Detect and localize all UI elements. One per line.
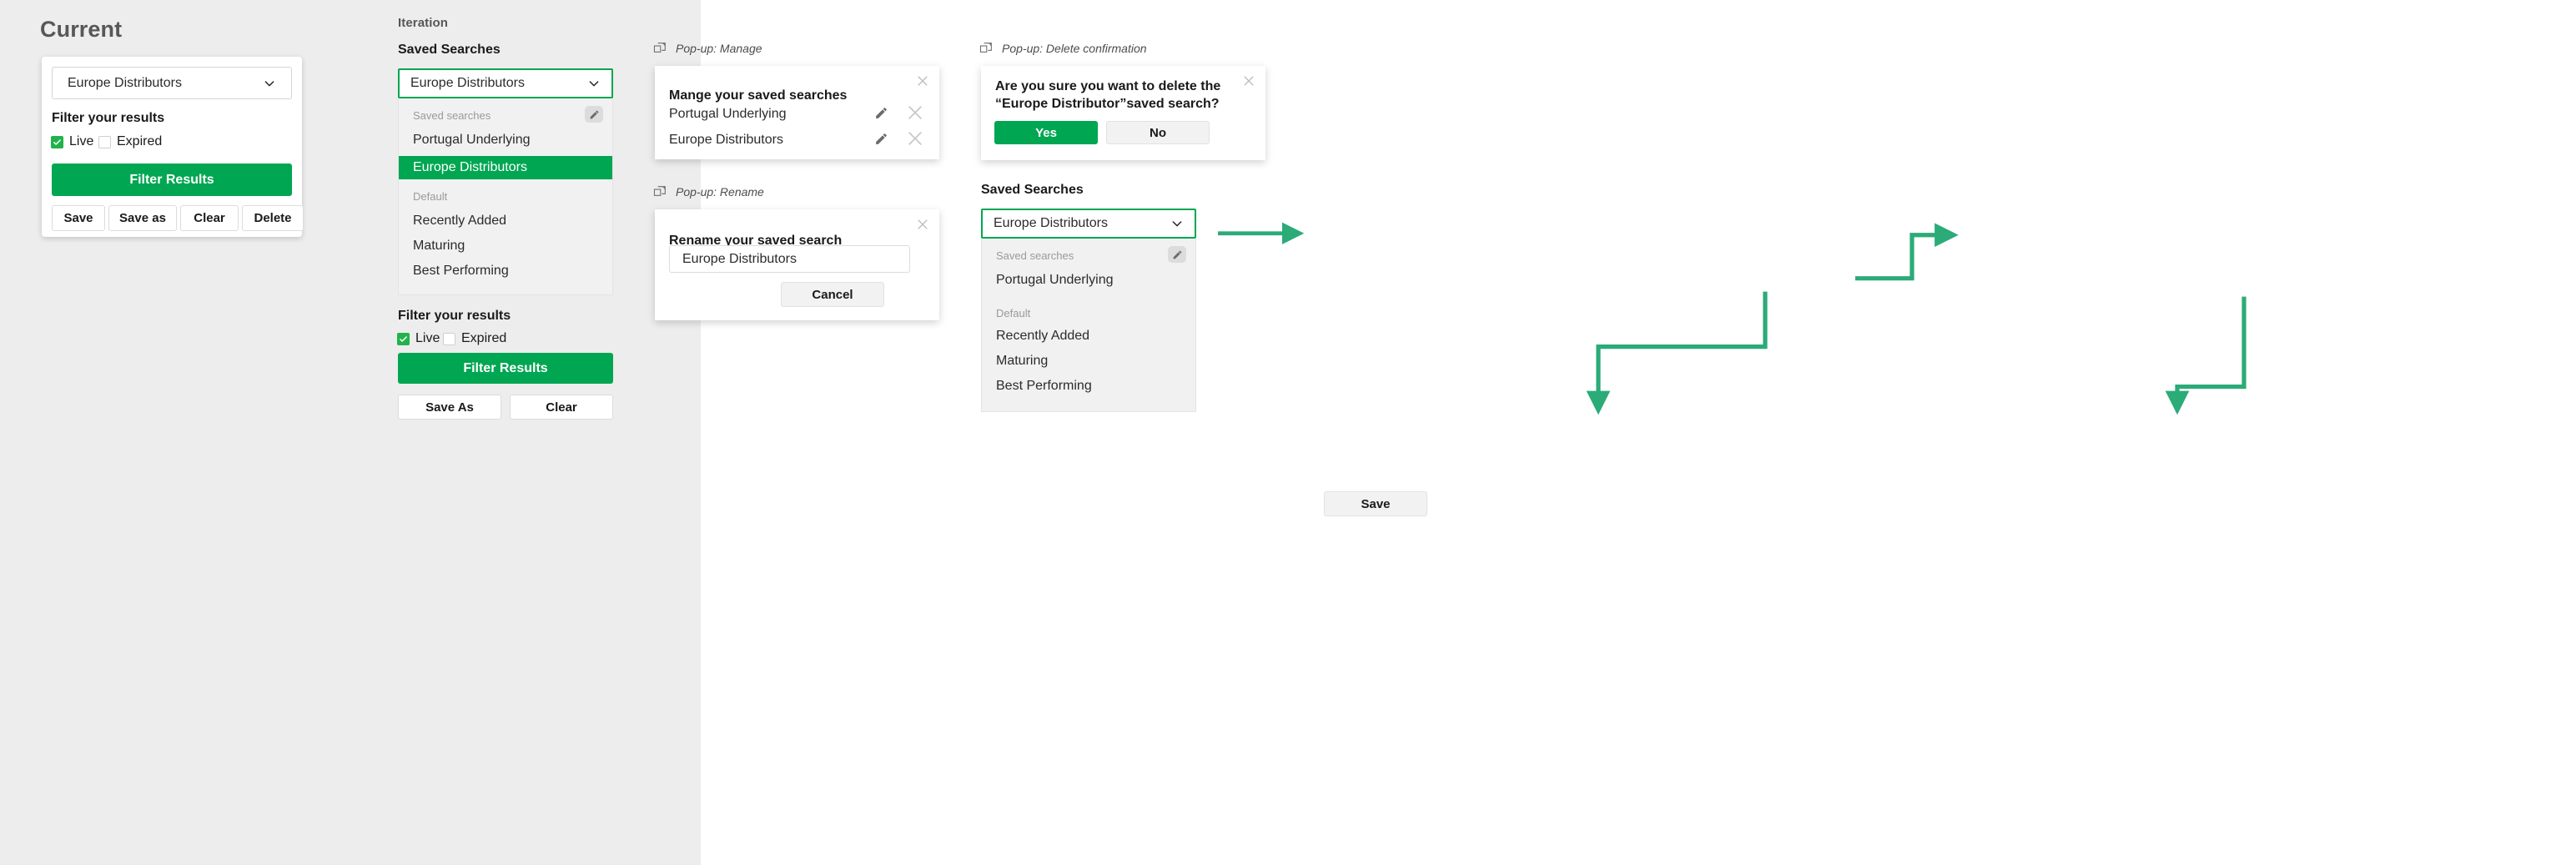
- iteration-section-heading: Iteration: [398, 16, 449, 30]
- iteration-dd-item-best-performing[interactable]: Best Performing: [413, 264, 509, 279]
- close-icon[interactable]: [906, 129, 924, 148]
- popup-delete-modal: Are you sure you want to delete the “Eur…: [981, 66, 1265, 160]
- popup-delete-message-line2: “Europe Distributor”saved search?: [995, 97, 1220, 111]
- result-dd-group-saved: Saved searches: [996, 249, 1074, 262]
- iteration-dd-group-saved: Saved searches: [413, 109, 491, 122]
- iteration-saved-search-select[interactable]: Europe Distributors: [398, 68, 613, 98]
- pencil-icon[interactable]: [585, 106, 603, 123]
- iteration-select-value: Europe Distributors: [410, 76, 525, 90]
- current-select-value: Europe Distributors: [68, 75, 182, 90]
- current-checkbox-expired[interactable]: Expired: [98, 134, 162, 149]
- close-icon[interactable]: [906, 103, 924, 122]
- current-filter-results-button[interactable]: Filter Results: [52, 163, 292, 196]
- checkbox-expired-box[interactable]: [98, 135, 111, 148]
- iteration-checkbox-live[interactable]: Live: [397, 331, 440, 346]
- iteration-dd-item-europe-selected[interactable]: Europe Distributors: [399, 156, 612, 179]
- iteration-dd-item-europe-label: Europe Distributors: [413, 160, 527, 174]
- delete-yes-button[interactable]: Yes: [994, 121, 1098, 144]
- popup-delete-message-line1: Are you sure you want to delete the: [995, 79, 1221, 93]
- popup-window-icon: [653, 42, 667, 55]
- checkbox-expired-label: Expired: [461, 331, 507, 345]
- iteration-dd-item-maturing[interactable]: Maturing: [413, 239, 465, 254]
- result-dd-item-maturing[interactable]: Maturing: [996, 354, 1048, 369]
- result-saved-searches-heading: Saved Searches: [981, 183, 1084, 197]
- checkbox-live-label: Live: [69, 134, 94, 148]
- chevron-down-icon: [1170, 217, 1184, 230]
- close-icon[interactable]: [915, 73, 930, 88]
- current-section-heading: Current: [40, 17, 123, 42]
- current-delete-button[interactable]: Delete: [242, 205, 304, 231]
- chevron-down-icon: [587, 77, 601, 90]
- result-dd-item-recently-added[interactable]: Recently Added: [996, 329, 1089, 344]
- current-save-button[interactable]: Save: [52, 205, 105, 231]
- iteration-save-as-button[interactable]: Save As: [398, 395, 501, 420]
- result-select-value: Europe Distributors: [994, 216, 1108, 230]
- chevron-down-icon: [263, 77, 276, 90]
- current-filter-heading: Filter your results: [52, 111, 165, 125]
- delete-no-button[interactable]: No: [1106, 121, 1210, 144]
- popup-manage-label-text: Pop-up: Manage: [676, 42, 762, 55]
- rename-cancel-button[interactable]: Cancel: [781, 282, 884, 307]
- close-icon[interactable]: [1241, 73, 1256, 88]
- iteration-checkbox-expired[interactable]: Expired: [443, 331, 506, 346]
- current-save-as-button[interactable]: Save as: [108, 205, 177, 231]
- iteration-dd-item-recently-added[interactable]: Recently Added: [413, 214, 506, 229]
- current-clear-button[interactable]: Clear: [180, 205, 239, 231]
- iteration-dropdown-panel: Saved searches Portugal Underlying Europ…: [398, 98, 613, 295]
- popup-manage-modal: Mange your saved searches Portugal Under…: [655, 66, 939, 159]
- iteration-filter-heading: Filter your results: [398, 309, 511, 323]
- popup-delete-label: Pop-up: Delete confirmation: [979, 42, 1147, 55]
- popup-rename-label: Pop-up: Rename: [653, 185, 764, 199]
- iteration-filter-results-button[interactable]: Filter Results: [398, 353, 613, 384]
- pencil-icon[interactable]: [1168, 246, 1186, 263]
- result-dropdown-panel: Saved searches Portugal Underlying Defau…: [981, 239, 1196, 412]
- popup-rename-label-text: Pop-up: Rename: [676, 185, 764, 199]
- close-icon[interactable]: [915, 217, 930, 232]
- iteration-dd-group-default: Default: [413, 190, 448, 203]
- popup-manage-label: Pop-up: Manage: [653, 42, 762, 55]
- popup-window-icon: [653, 185, 667, 199]
- popup-manage-title: Mange your saved searches: [669, 88, 848, 103]
- rename-save-button[interactable]: Save: [1324, 491, 1427, 516]
- rename-input[interactable]: [669, 245, 910, 273]
- iteration-clear-button[interactable]: Clear: [510, 395, 613, 420]
- checkbox-live-box[interactable]: [397, 332, 410, 345]
- popup-manage-row-portugal-label: Portugal Underlying: [669, 107, 787, 121]
- result-dd-item-portugal[interactable]: Portugal Underlying: [996, 273, 1114, 288]
- current-saved-search-select[interactable]: Europe Distributors: [52, 67, 292, 99]
- result-dd-item-best-performing[interactable]: Best Performing: [996, 379, 1092, 394]
- popup-manage-row-europe-label: Europe Distributors: [669, 133, 783, 147]
- popup-window-icon: [979, 42, 993, 55]
- popup-delete-label-text: Pop-up: Delete confirmation: [1002, 42, 1147, 55]
- checkbox-live-box[interactable]: [51, 135, 63, 148]
- current-checkbox-live[interactable]: Live: [51, 134, 93, 149]
- checkbox-expired-box[interactable]: [443, 332, 455, 345]
- iteration-saved-searches-heading: Saved Searches: [398, 43, 501, 57]
- pencil-icon[interactable]: [874, 132, 888, 146]
- checkbox-expired-label: Expired: [117, 134, 163, 148]
- result-dd-group-default: Default: [996, 307, 1031, 319]
- pencil-icon[interactable]: [874, 106, 888, 120]
- checkbox-live-label: Live: [415, 331, 440, 345]
- iteration-dd-item-portugal[interactable]: Portugal Underlying: [413, 133, 531, 148]
- result-saved-search-select[interactable]: Europe Distributors: [981, 209, 1196, 239]
